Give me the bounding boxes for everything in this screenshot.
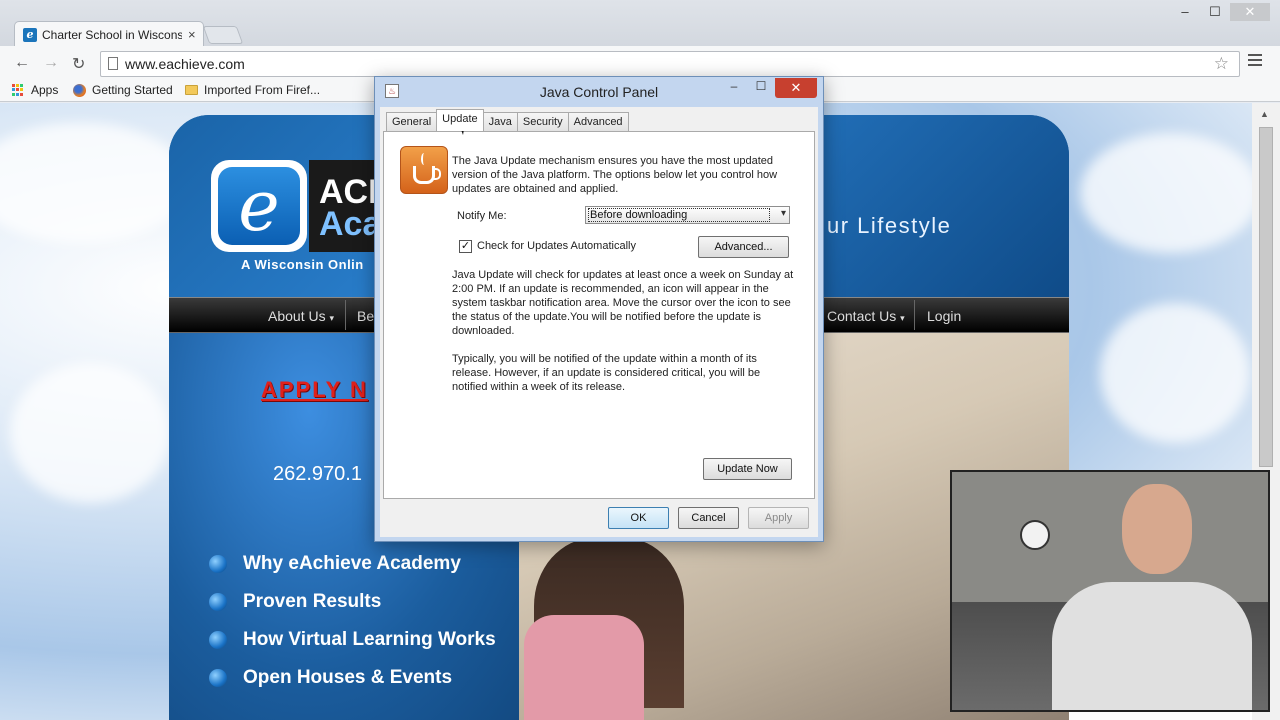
chrome-menu-icon[interactable] <box>1248 54 1262 69</box>
advanced-button[interactable]: Advanced... <box>698 236 789 258</box>
nav-label: Contact Us <box>827 308 897 324</box>
update-notice-text: Typically, you will be notified of the u… <box>452 353 761 393</box>
tab-update[interactable]: Update <box>436 109 484 131</box>
window-close-button[interactable]: ✕ <box>1230 3 1270 21</box>
browser-toolbar: ← → ↻ www.eachieve.com ☆ <box>0 46 1280 80</box>
window-minimize-button[interactable]: – <box>1172 4 1198 19</box>
cancel-button[interactable]: Cancel <box>678 507 739 529</box>
logo-text-line2: Aca <box>319 205 382 243</box>
dialog-body: General Update Java Security Advanced Th… <box>380 107 818 537</box>
eachieve-favicon-icon: e <box>23 27 37 42</box>
browser-tab[interactable]: e Charter School in Wiscons × <box>14 21 204 47</box>
auto-update-checkbox[interactable]: ✓ <box>459 240 472 253</box>
bookmark-label: Getting Started <box>92 83 173 97</box>
bullet-icon <box>209 669 227 687</box>
auto-update-label[interactable]: Check for Updates Automatically <box>477 240 636 252</box>
address-bar[interactable]: www.eachieve.com ☆ <box>100 51 1240 77</box>
notify-me-value: Before downloading <box>588 208 770 222</box>
phone-number: 262.970.1 <box>273 463 362 485</box>
nav-label: About Us <box>268 308 326 324</box>
bookmark-star-icon[interactable]: ☆ <box>1214 52 1229 76</box>
caret-down-icon: ▾ <box>900 313 905 323</box>
bookmark-label: Apps <box>31 83 59 97</box>
dialog-minimize-button[interactable]: – <box>721 79 747 97</box>
page-icon <box>108 57 118 70</box>
scroll-up-icon[interactable]: ▲ <box>1260 109 1269 119</box>
browser-tabstrip: e Charter School in Wiscons × – ☐ ✕ <box>0 0 1280 47</box>
update-intro-text: The Java Update mechanism ensures you ha… <box>452 155 778 195</box>
bookmark-apps[interactable]: Apps <box>12 83 58 97</box>
tab-close-icon[interactable]: × <box>188 27 196 42</box>
notify-me-select[interactable]: Before downloading ▾ <box>585 206 790 224</box>
update-now-button[interactable]: Update Now <box>703 458 792 480</box>
eachieve-logo[interactable]: e <box>211 160 307 252</box>
folder-icon <box>185 85 198 95</box>
nav-login[interactable]: Login <box>927 308 961 324</box>
bullet-icon <box>209 555 227 573</box>
window-maximize-button[interactable]: ☐ <box>1202 4 1228 20</box>
scroll-thumb[interactable] <box>1259 127 1273 467</box>
tab-advanced[interactable]: Advanced <box>567 112 629 131</box>
menu-item-results[interactable]: Proven Results <box>209 583 496 621</box>
site-menu-list: Why eAchieve Academy Proven Results How … <box>209 545 496 697</box>
dialog-tabs: General Update Java Security Advanced <box>386 109 629 131</box>
nav-be[interactable]: Be <box>357 308 374 324</box>
back-button[interactable]: ← <box>14 54 30 72</box>
bookmark-imported-folder[interactable]: Imported From Firef... <box>185 83 320 97</box>
java-control-panel-dialog: ♨ Java Control Panel – ☐ ✕ General Updat… <box>374 76 824 542</box>
tab-general[interactable]: General <box>386 112 438 131</box>
site-slogan: ur Lifestyle <box>827 213 952 238</box>
bullet-icon <box>209 593 227 611</box>
apply-now-link[interactable]: APPLY N <box>261 377 368 403</box>
bullet-icon <box>209 631 227 649</box>
menu-item-why[interactable]: Why eAchieve Academy <box>209 545 496 583</box>
logo-tagline: A Wisconsin Onlin <box>241 257 364 272</box>
new-tab-button[interactable] <box>202 26 244 44</box>
update-schedule-text: Java Update will check for updates at le… <box>452 269 794 337</box>
notify-me-label: Notify Me: <box>457 210 507 222</box>
tab-security[interactable]: Security <box>516 112 569 131</box>
tab-title: Charter School in Wiscons <box>42 27 182 42</box>
clock-icon <box>1020 520 1050 550</box>
chevron-down-icon: ▾ <box>780 208 786 219</box>
address-url: www.eachieve.com <box>125 56 245 72</box>
apps-grid-icon <box>12 83 25 97</box>
dialog-titlebar[interactable]: ♨ Java Control Panel – ☐ ✕ <box>375 77 823 105</box>
tab-java[interactable]: Java <box>482 112 518 131</box>
ok-button[interactable]: OK <box>608 507 669 529</box>
dialog-maximize-button[interactable]: ☐ <box>748 79 774 97</box>
caret-down-icon: ▾ <box>329 313 335 323</box>
reload-button[interactable]: ↻ <box>72 54 85 74</box>
dialog-close-button[interactable]: ✕ <box>775 78 817 98</box>
nav-about-us[interactable]: About Us ▾ <box>268 308 334 324</box>
forward-button[interactable]: → <box>43 54 59 72</box>
firefox-icon <box>73 83 86 97</box>
webcam-overlay <box>950 470 1270 712</box>
menu-item-virtual-learning[interactable]: How Virtual Learning Works <box>209 621 496 659</box>
apply-button[interactable]: Apply <box>748 507 809 529</box>
java-logo-icon <box>400 146 448 194</box>
update-tab-panel: The Java Update mechanism ensures you ha… <box>383 131 815 499</box>
bookmark-label: Imported From Firef... <box>204 83 321 97</box>
logo-letter: e <box>218 167 300 245</box>
nav-contact-us[interactable]: Contact Us ▾ <box>827 308 905 324</box>
bookmark-getting-started[interactable]: Getting Started <box>73 83 173 97</box>
menu-item-open-houses[interactable]: Open Houses & Events <box>209 659 496 697</box>
